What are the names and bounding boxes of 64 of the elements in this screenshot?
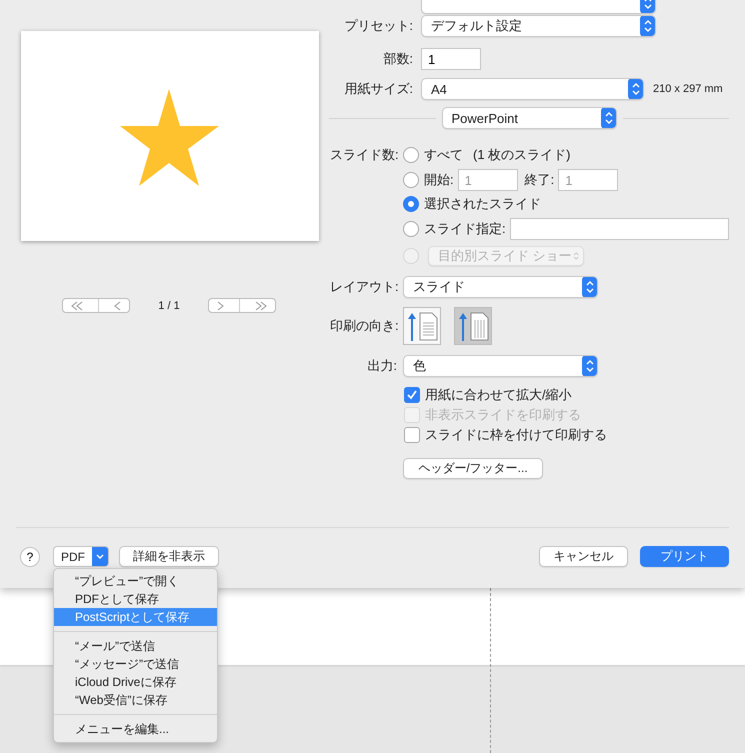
radio-button[interactable] (403, 172, 419, 188)
option-label: 開始: (424, 171, 454, 189)
next-last-buttons[interactable] (208, 298, 276, 313)
checkbox[interactable] (404, 427, 420, 443)
portrait-button[interactable] (403, 307, 441, 345)
chevron-updown-icon (600, 108, 616, 128)
field-label: 出力: (366, 356, 397, 374)
menu-item[interactable]: “メッセージ”で送信 (54, 655, 217, 673)
radio-button[interactable] (403, 147, 419, 163)
chevron-updown-icon (628, 79, 643, 99)
help-button[interactable]: ? (20, 546, 40, 566)
chevron-right-icon (216, 300, 225, 310)
checkbox-label: 非表示スライドを印刷する (425, 406, 581, 424)
header-footer-button[interactable]: ヘッダー/フッター... (403, 458, 543, 478)
chevron-updown-icon (640, 16, 655, 36)
field-label: スライド数: (330, 146, 397, 164)
slide-count-note: (1 枚のスライド) (473, 146, 570, 164)
radio-button[interactable] (403, 196, 419, 212)
double-chevron-right-icon (254, 300, 268, 310)
hide-details-button[interactable]: 詳細を非表示 (119, 546, 219, 567)
checkbox-label: 用紙に合わせて拡大/縮小 (425, 386, 572, 404)
checkbox[interactable] (404, 387, 420, 403)
from-field[interactable]: 1 (458, 169, 518, 191)
field-label: 用紙サイズ: (343, 80, 413, 98)
field-label: レイアウト: (330, 278, 397, 296)
landscape-page-icon (456, 310, 490, 342)
pdf-dropdown-button[interactable]: PDF (53, 546, 109, 567)
chevron-updown-icon (582, 277, 597, 297)
print-button[interactable]: プリント (640, 546, 729, 567)
popup-button[interactable]: デフォルト設定 (421, 15, 656, 37)
caret-down-icon (92, 547, 108, 566)
checkbox-label: スライドに枠を付けて印刷する (425, 426, 607, 444)
chevron-left-icon (113, 300, 122, 310)
field-label: プリセット: (343, 17, 413, 35)
menu-item[interactable]: メニューを編集... (54, 720, 217, 738)
slides-field[interactable] (510, 218, 729, 240)
menu-item[interactable]: iCloud Driveに保存 (54, 673, 217, 691)
popup-button[interactable]: PowerPoint (442, 107, 616, 129)
menu-item[interactable]: “メール”で送信 (54, 637, 217, 655)
popup-button[interactable]: A4 (421, 78, 644, 100)
copies-field[interactable]: 1 (421, 48, 481, 70)
double-chevron-left-icon (70, 300, 84, 310)
page-indicator: 1 / 1 (157, 300, 181, 312)
option-label: スライド指定: (424, 220, 506, 238)
menu-item[interactable]: PDFとして保存 (54, 590, 217, 608)
landscape-button[interactable] (454, 307, 492, 345)
chevron-updown-icon (582, 356, 597, 376)
radio-button[interactable] (403, 221, 419, 237)
popup-button[interactable]: スライド (403, 276, 598, 298)
cancel-button[interactable]: キャンセル (539, 546, 628, 567)
to-field[interactable]: 1 (558, 169, 618, 191)
option-label: すべて (424, 146, 463, 164)
star-icon (120, 89, 219, 187)
field-label: 部数: (382, 50, 413, 68)
field-label: 終了: (524, 171, 554, 189)
paper-dimensions: 210 x 297 mm (653, 83, 723, 95)
checkmark-icon (405, 388, 419, 402)
popup-button[interactable]: 色 (403, 354, 598, 376)
field-label: 印刷の向き: (330, 317, 397, 335)
portrait-page-icon (405, 310, 439, 342)
option-label: 選択されたスライド (424, 195, 541, 213)
menu-item[interactable]: “プレビュー”で開く (54, 572, 217, 590)
first-previous-buttons[interactable] (62, 298, 130, 313)
menu-item[interactable]: “Web受信”に保存 (54, 691, 217, 709)
